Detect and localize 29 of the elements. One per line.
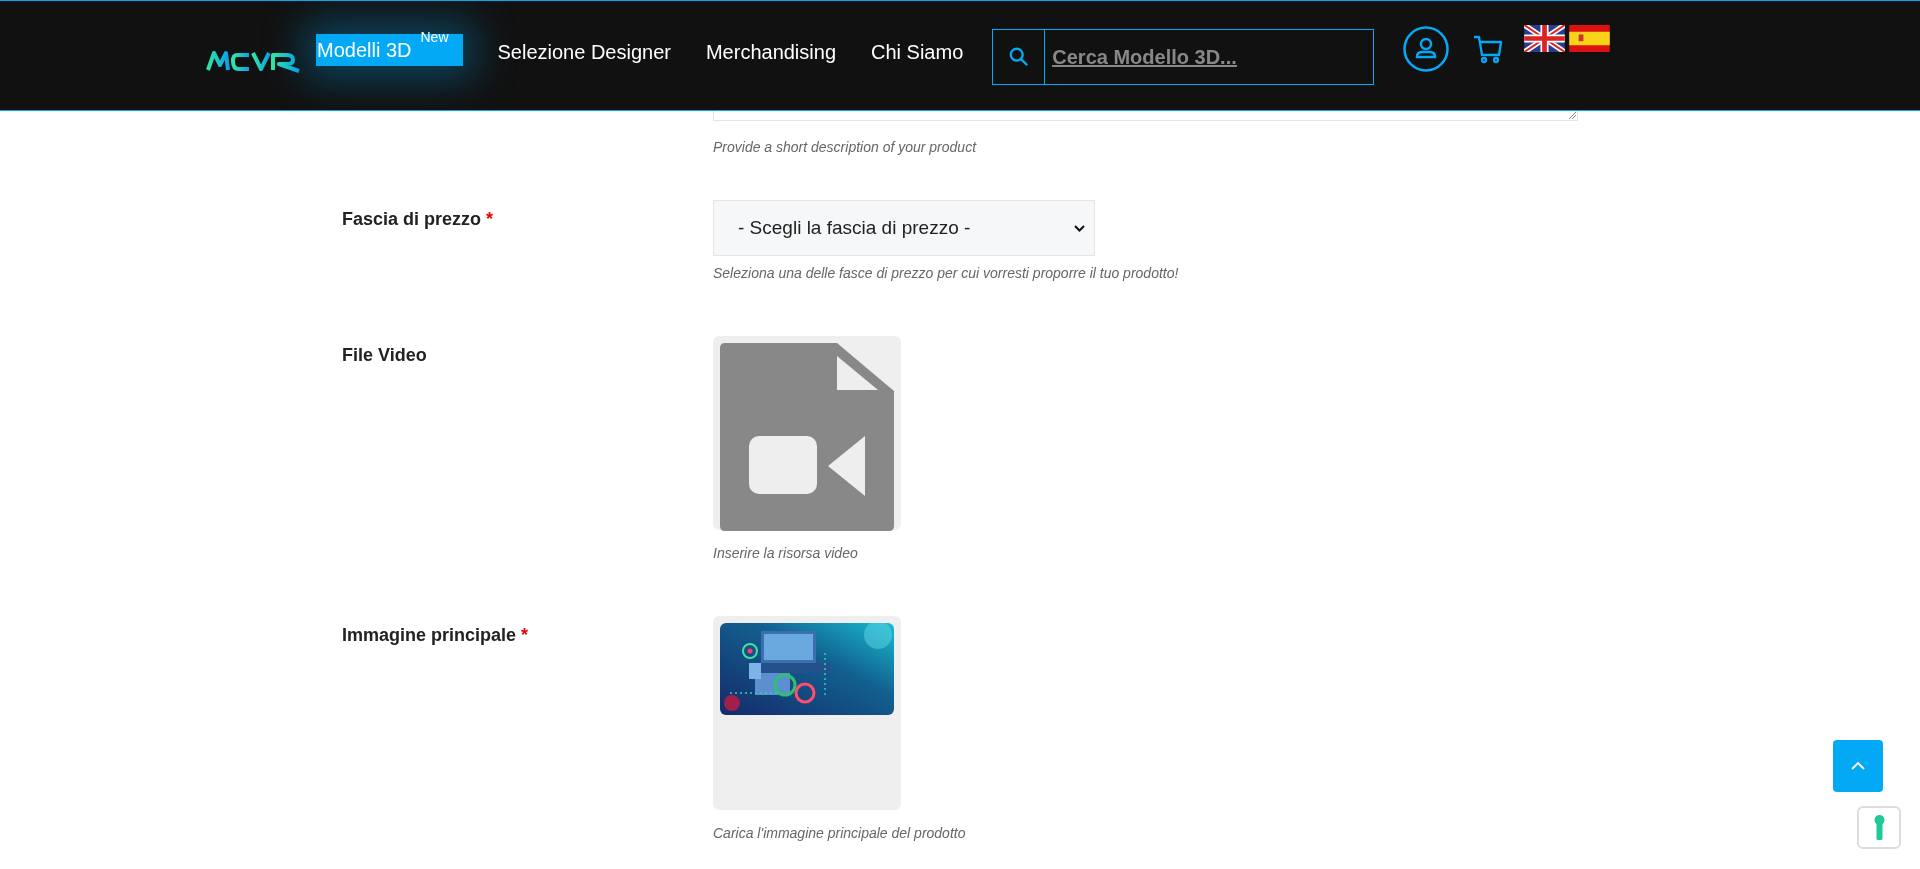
help-text: Seleziona una delle fasce di prezzo per cui vorresti proporre il tuo prodotto! <box>713 264 1180 283</box>
search-input[interactable]: Cerca Modello 3D... <box>1045 30 1374 84</box>
nav-link[interactable]: Chi Siamo <box>871 36 964 68</box>
search-icon[interactable] <box>1007 46 1030 68</box>
field-label: Immagine principale <box>342 625 517 645</box>
resize-handle-icon[interactable] <box>1568 112 1576 119</box>
help-text: Carica l'immagine principale del prodotto <box>713 824 967 843</box>
field-label: Fascia di prezzo <box>342 209 482 229</box>
uk-flag-icon[interactable] <box>1524 25 1566 52</box>
textarea-field[interactable] <box>713 111 1578 121</box>
nav-link[interactable]: Selezione Designer <box>497 36 671 68</box>
video-upload-card[interactable] <box>713 336 901 530</box>
logo[interactable] <box>205 49 301 73</box>
keyhole-icon <box>1873 815 1885 840</box>
price-range-dropdown[interactable]: - Scegli la fascia di prezzo - <box>713 200 1095 256</box>
search-field[interactable]: Cerca Modello 3D... <box>992 29 1375 85</box>
field-label: File Video <box>342 345 427 365</box>
image-upload-card[interactable] <box>713 616 901 810</box>
video-file-icon <box>720 343 894 531</box>
user-account-icon[interactable] <box>1403 26 1450 72</box>
nav-link[interactable]: Merchandising <box>705 36 836 68</box>
chevron-up-icon <box>1851 762 1865 770</box>
required-asterisk: * <box>521 625 529 645</box>
chevron-down-icon <box>1074 224 1085 232</box>
required-asterisk: * <box>486 209 494 229</box>
cart-icon[interactable] <box>1473 34 1504 64</box>
spain-flag-icon[interactable] <box>1569 25 1611 52</box>
help-text: Inserire la risorsa video <box>713 544 859 563</box>
help-text: Provide a short description of your product <box>713 138 978 157</box>
